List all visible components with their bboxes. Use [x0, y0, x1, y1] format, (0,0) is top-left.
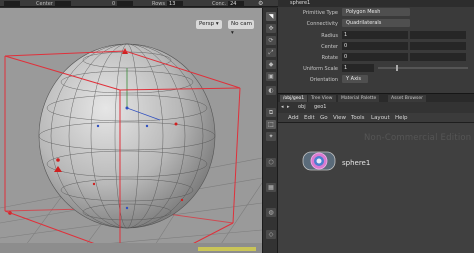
lock-icon[interactable]: ▣ — [266, 72, 276, 81]
geometry-icon[interactable]: ⬡ — [266, 158, 276, 167]
param-center: Center 0 — [278, 42, 474, 51]
toolbar-gear-icon[interactable]: ⚙ — [258, 0, 263, 7]
display-icon[interactable]: ◐ — [266, 86, 276, 95]
rotate-z-field[interactable] — [410, 53, 466, 61]
tool-sidebar: ◥ ✥ ⟳ ⤢ ◆ ▣ ◐ ⧉ ⬚ ✦ ⬡ ▦ ◍ ◇ — [262, 8, 278, 253]
toolbar-rows-label: Rows — [152, 0, 166, 7]
param-label: Radius — [321, 33, 338, 39]
light-icon[interactable]: ✦ — [266, 132, 276, 141]
param-connectivity: Connectivity Quadrilaterals — [278, 19, 474, 28]
center-z-field[interactable] — [410, 42, 466, 50]
grid-icon[interactable]: ▦ — [266, 183, 276, 192]
shading-icon[interactable]: ◍ — [266, 208, 276, 217]
toolbar-zero-label: 0 — [112, 0, 116, 7]
toolbar-field-cols: Conc. 24 — [212, 0, 245, 7]
crumb-geo1[interactable]: geo1 — [314, 104, 327, 110]
param-radius: Radius 1 — [278, 31, 474, 40]
viewport-status-bar — [0, 243, 262, 253]
sphere-node-icon — [302, 151, 336, 171]
crumb-obj[interactable]: obj — [298, 104, 306, 110]
parameter-panel: sphere1 Primitive Type Polygon Mesh Conn… — [278, 0, 474, 93]
snap-icon[interactable]: ◆ — [266, 60, 276, 69]
view-icon[interactable]: ⧉ — [266, 108, 276, 117]
toolbar-zero-value[interactable] — [117, 0, 134, 7]
param-rotate: Rotate 0 — [278, 53, 474, 62]
param-label: Rotate — [321, 55, 338, 61]
toolbar-center-label: Center — [36, 0, 53, 7]
parameter-header: sphere1 — [278, 0, 474, 7]
network-canvas[interactable]: Non-Commercial Edition sphere1 — [278, 123, 474, 253]
orientation-menu[interactable]: Y Axis — [342, 75, 368, 83]
viewport-status-highlight — [198, 247, 256, 251]
center-x-field[interactable]: 0 — [342, 42, 408, 50]
wireframe-icon[interactable]: ◇ — [266, 230, 276, 239]
back-arrow-icon[interactable]: ◂ — [281, 104, 284, 110]
primitive-type-menu[interactable]: Polygon Mesh — [342, 8, 410, 16]
toolbar-field-1-value[interactable] — [4, 0, 20, 7]
scene-viewport[interactable]: Persp ▾ No cam ▾ — [0, 8, 262, 253]
camera-icon[interactable]: ⬚ — [266, 120, 276, 129]
param-label: Primitive Type — [302, 10, 338, 16]
param-label: Uniform Scale — [303, 66, 338, 72]
toolbar-center-value[interactable] — [54, 0, 71, 7]
select-icon[interactable]: ◥ — [266, 12, 276, 21]
network-menu-bar: Add Edit Go View Tools Layout Help — [278, 113, 474, 123]
toolbar-field-zero: 0 — [112, 0, 134, 7]
viewport-scene — [0, 43, 262, 253]
menu-tools[interactable]: Tools — [351, 115, 365, 121]
radius-z-field[interactable] — [410, 31, 466, 39]
rotate-x-field[interactable]: 0 — [342, 53, 408, 61]
transform-icon[interactable]: ✥ — [266, 24, 276, 33]
toolbar-cols-label: Conc. — [212, 0, 227, 7]
perspective-menu-button[interactable]: Persp ▾ — [196, 20, 222, 29]
menu-layout[interactable]: Layout — [371, 115, 390, 121]
scale-icon[interactable]: ⤢ — [266, 48, 276, 57]
edition-watermark: Non-Commercial Edition — [364, 133, 472, 143]
uniform-scale-field[interactable]: 1 — [342, 64, 374, 72]
parameter-node-title: sphere1 — [290, 0, 311, 6]
param-label: Connectivity — [306, 21, 338, 27]
toolbar-field-1[interactable] — [4, 0, 20, 7]
param-uniform-scale: Uniform Scale 1 — [278, 64, 474, 73]
breadcrumb: ◂ ▸ obj geo1 — [278, 102, 474, 113]
param-label: Center — [321, 44, 338, 50]
toolbar-field-rows: Rows 13 — [152, 0, 184, 7]
forward-arrow-icon[interactable]: ▸ — [287, 104, 290, 110]
menu-go[interactable]: Go — [320, 115, 328, 121]
param-orientation: Orientation Y Axis — [278, 75, 474, 84]
toolbar-rows-value[interactable]: 13 — [167, 0, 184, 7]
uniform-scale-knob[interactable] — [396, 65, 398, 71]
param-primitive-type: Primitive Type Polygon Mesh — [278, 8, 474, 17]
menu-edit[interactable]: Edit — [304, 115, 315, 121]
menu-add[interactable]: Add — [288, 115, 299, 121]
param-label: Orientation — [309, 77, 338, 83]
rotate-icon[interactable]: ⟳ — [266, 36, 276, 45]
toolbar-cols-value[interactable]: 24 — [228, 0, 245, 7]
menu-view[interactable]: View — [333, 115, 346, 121]
connectivity-menu[interactable]: Quadrilaterals — [342, 19, 410, 27]
camera-menu-button[interactable]: No cam ▾ — [228, 20, 254, 36]
sphere-node-label[interactable]: sphere1 — [342, 159, 370, 167]
network-tab-bar: /obj/geo1 Tree View Material Palette Ass… — [278, 93, 474, 103]
uniform-scale-slider[interactable] — [378, 67, 468, 69]
sphere-node[interactable] — [302, 150, 336, 172]
toolbar-field-center: Center — [36, 0, 71, 7]
menu-help[interactable]: Help — [395, 115, 408, 121]
radius-x-field[interactable]: 1 — [342, 31, 408, 39]
